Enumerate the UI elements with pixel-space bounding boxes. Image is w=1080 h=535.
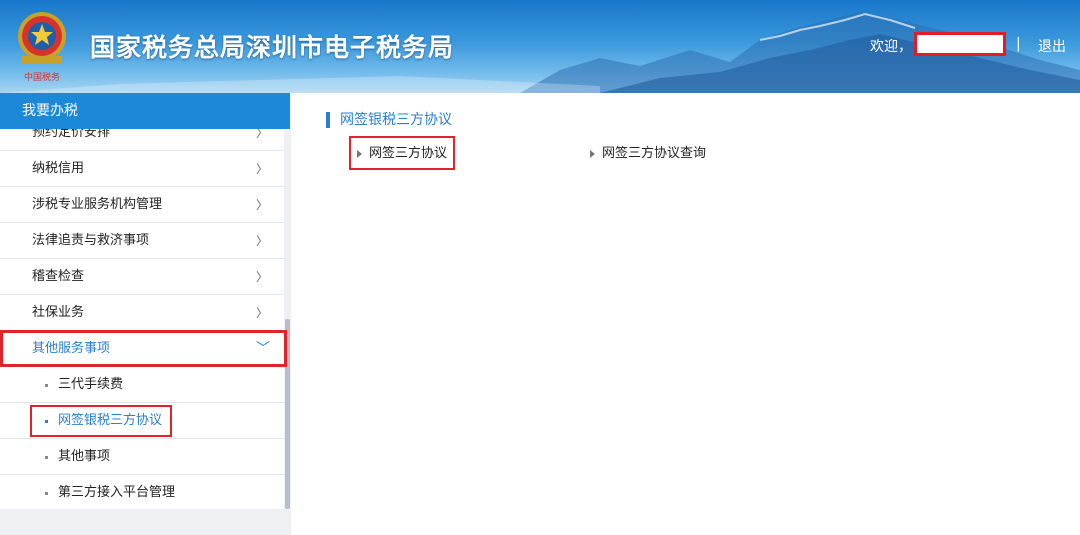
logout-link[interactable]: 退出 <box>1038 36 1066 56</box>
menu-item-tax-credit[interactable]: 纳税信用 〉 <box>0 151 284 187</box>
chevron-right-icon: 〉 <box>255 129 268 140</box>
bullet-icon <box>45 420 48 423</box>
menu-item-social-security[interactable]: 社保业务 〉 <box>0 295 284 331</box>
menu-item-other-services[interactable]: 其他服务事项 ﹀ <box>0 331 284 367</box>
menu-item-tax-agency-management[interactable]: 涉税专业服务机构管理 〉 <box>0 187 284 223</box>
bullet-icon <box>45 492 48 495</box>
tax-emblem-logo: 中国税务 <box>12 6 76 86</box>
sub-item-label: 三代手续费 <box>58 377 124 392</box>
title-accent-bar <box>326 112 330 128</box>
menu-item-label: 社保业务 <box>32 305 85 320</box>
menu-item-label: 纳税信用 <box>32 161 85 176</box>
link-label: 网签三方协议查询 <box>602 146 707 161</box>
sign-agreement-link[interactable]: 网签三方协议 <box>357 145 447 163</box>
sidebar-footer <box>0 509 290 535</box>
site-title: 国家税务总局深圳市电子税务局 <box>90 33 455 62</box>
site-header: 中国税务 国家税务总局深圳市电子税务局 欢迎， | 退出 <box>0 0 1080 93</box>
sub-item-other-matters[interactable]: 其他事项 <box>0 439 284 475</box>
sub-item-tripartite-agreement[interactable]: 网签银税三方协议 <box>0 403 284 439</box>
sub-item-label: 网签银税三方协议 <box>58 413 163 428</box>
section-title-text: 网签银税三方协议 <box>340 112 452 128</box>
menu-item-legal-remedy[interactable]: 法律追责与救济事项 〉 <box>0 223 284 259</box>
welcome-text: 欢迎， <box>870 39 912 55</box>
link-label: 网签三方协议 <box>369 146 448 161</box>
sub-item-fee[interactable]: 三代手续费 <box>0 367 284 403</box>
menu-item-inspection[interactable]: 稽查检查 〉 <box>0 259 284 295</box>
sidebar: 我要办税 预约定价安排 〉 纳税信用 〉 涉税专业服务机构管理 〉 法律追责与救… <box>0 93 291 535</box>
sidebar-scrollbar[interactable] <box>285 319 290 509</box>
menu-item-label: 稽查检查 <box>32 269 85 284</box>
menu-item-label: 涉税专业服务机构管理 <box>32 197 163 212</box>
menu-item-pricing-arrangement[interactable]: 预约定价安排 〉 <box>0 129 284 151</box>
chevron-right-icon: 〉 <box>255 270 268 284</box>
menu-item-label: 法律追责与救济事项 <box>32 233 150 248</box>
sub-item-third-party-platform[interactable]: 第三方接入平台管理 <box>0 475 284 509</box>
chevron-down-icon: ﹀ <box>256 341 270 357</box>
header-separator: | <box>1016 36 1021 52</box>
chevron-right-icon: 〉 <box>255 198 268 212</box>
svg-text:中国税务: 中国税务 <box>24 71 60 83</box>
triangle-right-icon <box>357 150 362 158</box>
sub-item-label: 第三方接入平台管理 <box>58 485 176 500</box>
query-agreement-link[interactable]: 网签三方协议查询 <box>590 145 706 163</box>
menu-item-label: 预约定价安排 <box>32 129 111 140</box>
chevron-right-icon: 〉 <box>255 234 268 248</box>
sidebar-title: 我要办税 <box>0 93 290 129</box>
chevron-right-icon: 〉 <box>255 162 268 176</box>
triangle-right-icon <box>590 150 595 158</box>
bullet-icon <box>45 456 48 459</box>
menu-item-label: 其他服务事项 <box>32 341 111 356</box>
sidebar-menu: 预约定价安排 〉 纳税信用 〉 涉税专业服务机构管理 〉 法律追责与救济事项 〉… <box>0 129 284 509</box>
username-redacted-box <box>914 32 1006 56</box>
chevron-right-icon: 〉 <box>255 306 268 320</box>
section-title: 网签银税三方协议 <box>326 111 452 129</box>
sub-item-label: 其他事项 <box>58 449 111 464</box>
bullet-icon <box>45 384 48 387</box>
